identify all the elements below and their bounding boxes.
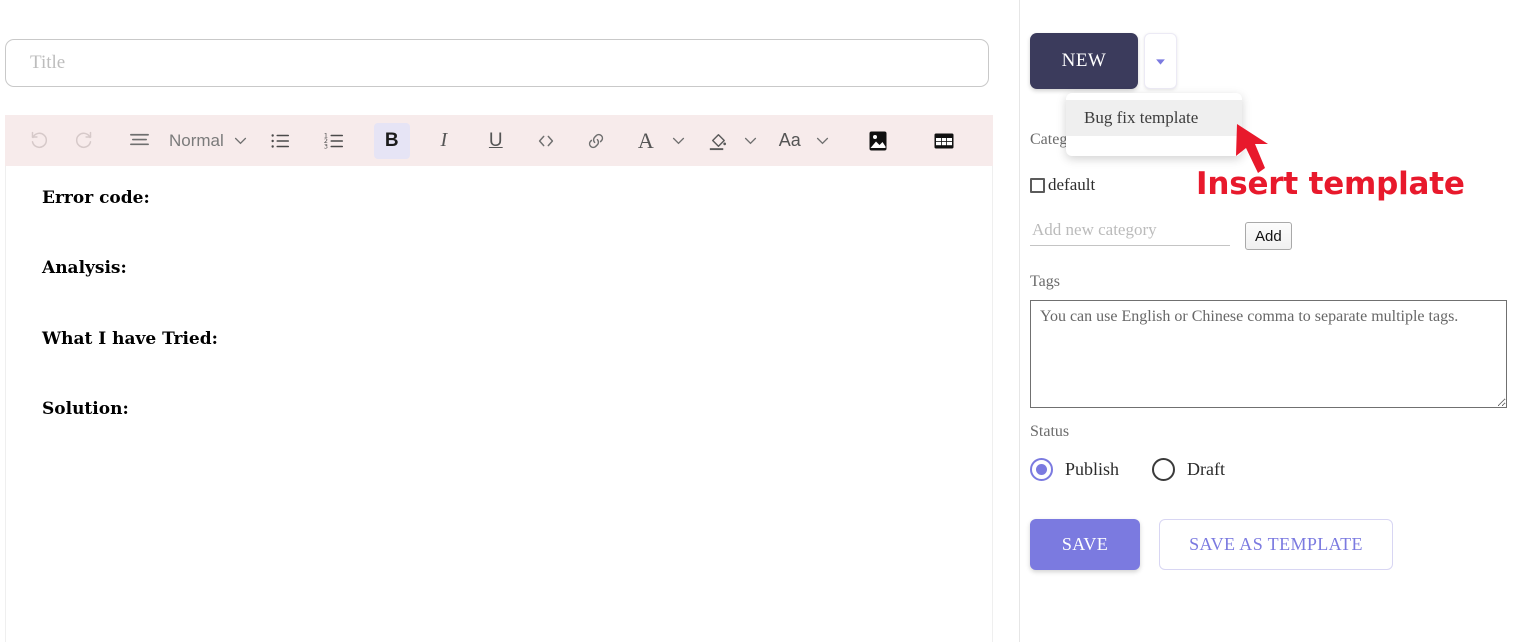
font-size-label: Aa	[778, 130, 801, 150]
align-icon[interactable]	[121, 123, 157, 159]
save-button[interactable]: SAVE	[1030, 519, 1140, 570]
radio-dot	[1036, 464, 1047, 475]
image-icon[interactable]	[860, 123, 896, 159]
underline-label: U	[488, 129, 503, 151]
tags-textarea[interactable]	[1030, 300, 1507, 408]
font-color-label: A	[637, 127, 654, 153]
bullet-list-icon[interactable]	[262, 123, 298, 159]
underline-button[interactable]: U	[478, 123, 514, 159]
save-as-template-button[interactable]: SAVE AS TEMPLATE	[1159, 519, 1393, 570]
font-color-chevron-down-icon[interactable]	[666, 132, 692, 149]
block-format-label[interactable]: Normal	[165, 131, 228, 151]
code-icon[interactable]	[528, 123, 564, 159]
content-heading: Analysis:	[42, 258, 127, 279]
category-checkbox[interactable]	[1030, 177, 1045, 193]
bold-label: B	[384, 129, 399, 151]
italic-label: I	[440, 129, 448, 151]
radio-publish[interactable]	[1030, 458, 1053, 481]
svg-text:3: 3	[324, 142, 328, 150]
title-input[interactable]	[5, 39, 989, 87]
font-size-button[interactable]: Aa	[772, 123, 808, 159]
content-heading: What I have Tried:	[42, 328, 218, 349]
side-panel: NEW Categories Bug fix template default …	[1020, 0, 1527, 642]
chevron-down-icon[interactable]	[228, 132, 254, 149]
status-draft-label: Draft	[1187, 459, 1226, 479]
status-option-draft[interactable]: Draft	[1152, 458, 1225, 481]
radio-draft[interactable]	[1152, 458, 1176, 481]
highlight-chevron-down-icon[interactable]	[738, 132, 764, 149]
status-option-publish[interactable]: Publish	[1030, 458, 1119, 481]
table-icon[interactable]	[926, 123, 962, 159]
redo-icon[interactable]	[65, 123, 101, 159]
tags-label: Tags	[1030, 273, 1060, 290]
undo-icon[interactable]	[21, 123, 57, 159]
bold-button[interactable]: B	[373, 122, 410, 159]
content-heading: Error code:	[42, 188, 150, 208]
category-label: default	[1048, 175, 1096, 194]
document-content-area[interactable]: Error code: Analysis: What I have Tried:…	[5, 166, 993, 642]
status-label: Status	[1030, 423, 1070, 440]
template-dropdown-menu: Bug fix template	[1066, 93, 1242, 156]
editor-column: Normal 1 2 3	[0, 0, 994, 642]
font-size-chevron-down-icon[interactable]	[810, 132, 836, 149]
category-row: default	[1030, 175, 1095, 195]
new-button[interactable]: NEW	[1030, 33, 1138, 89]
new-button-group: NEW	[1030, 33, 1177, 89]
ordered-list-icon[interactable]: 1 2 3	[316, 123, 352, 159]
app-root: Normal 1 2 3	[0, 0, 1527, 642]
italic-button[interactable]: I	[426, 123, 462, 159]
status-publish-label: Publish	[1065, 459, 1120, 479]
font-color-icon[interactable]: A	[628, 123, 664, 159]
add-category-button[interactable]: Add	[1245, 222, 1292, 250]
status-radio-group: Publish Draft	[1030, 458, 1225, 481]
editor-toolbar: Normal 1 2 3 B I U A Aa	[5, 115, 993, 166]
content-heading: Solution:	[42, 399, 129, 420]
template-menu-item[interactable]: Bug fix template	[1066, 100, 1242, 136]
link-icon[interactable]	[578, 123, 614, 159]
add-category-input[interactable]	[1030, 214, 1230, 246]
new-dropdown-caret-icon[interactable]	[1144, 33, 1177, 89]
highlight-icon[interactable]	[700, 123, 736, 159]
